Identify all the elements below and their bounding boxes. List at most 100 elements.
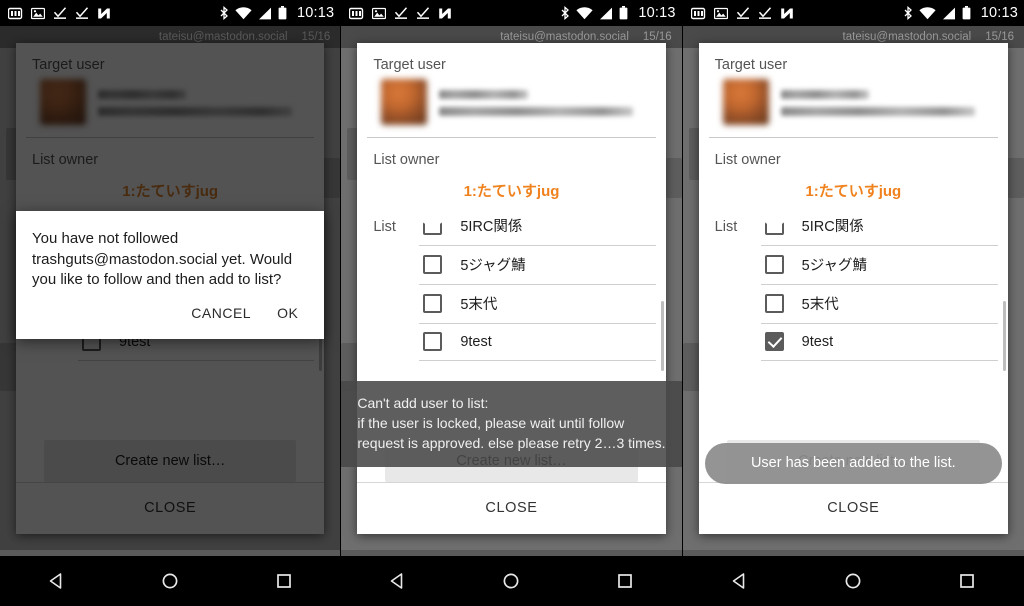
list-owner-value[interactable]: 1:たていすjug xyxy=(357,170,665,213)
bluetooth-icon xyxy=(219,6,229,20)
list-item[interactable]: 5末代 xyxy=(419,285,656,324)
list-item-checkbox[interactable] xyxy=(423,332,443,351)
three-panel-screenshot: 10:13 tateisu@mastodon.social 15/16 Targ… xyxy=(0,0,1024,606)
target-user-label: Target user xyxy=(714,57,788,73)
back-icon[interactable] xyxy=(710,571,770,591)
error-toast: Can't add user to list: if the user is l… xyxy=(341,381,682,468)
list-item[interactable]: 5IRC関係 xyxy=(760,213,998,246)
list-owner-value[interactable]: 1:たていすjug xyxy=(699,170,1008,213)
counter-label: 15/16 xyxy=(642,31,672,43)
list-item-checkbox[interactable] xyxy=(423,222,443,235)
account-label: tateisu@mastodon.social xyxy=(842,31,972,43)
bg-card-right xyxy=(665,158,682,198)
avatar xyxy=(722,79,769,125)
status-bar: 10:13 xyxy=(0,0,341,26)
list-item-label: 5末代 xyxy=(801,297,839,313)
close-button-row[interactable]: CLOSE xyxy=(357,482,666,534)
status-bar-right-icons: 10:13 xyxy=(560,5,675,21)
status-bar: 10:13 xyxy=(682,0,1024,26)
battery-icon xyxy=(962,6,971,20)
list-label: List xyxy=(714,219,738,235)
list-scrollbar[interactable] xyxy=(660,301,664,371)
android-nav-bar xyxy=(341,556,682,606)
check-download-icon-2 xyxy=(75,6,89,20)
status-bar-left-icons xyxy=(690,6,903,20)
list-section: List 5IRC関係 5ジャグ鯖 5末代 xyxy=(699,213,1008,428)
wifi-icon xyxy=(576,6,593,20)
cancel-button[interactable]: CANCEL xyxy=(191,305,251,321)
panel-2: 10:13 tateisu@mastodon.social 15/16 Targ… xyxy=(341,0,683,606)
check-download-icon-2 xyxy=(758,6,772,20)
list-item[interactable]: 5IRC関係 xyxy=(419,213,656,246)
wifi-icon xyxy=(919,6,936,20)
battery-saver-icon xyxy=(8,7,23,20)
list-item[interactable]: 5ジャグ鯖 xyxy=(760,246,998,285)
list-item[interactable]: 9test xyxy=(760,324,998,361)
list-item[interactable]: 5末代 xyxy=(760,285,998,324)
list-item-checkbox[interactable] xyxy=(764,255,784,274)
status-bar: 10:13 xyxy=(341,0,682,26)
list-owner-label: List owner xyxy=(714,152,781,168)
target-user-acct xyxy=(439,107,633,116)
recents-icon[interactable] xyxy=(937,571,997,591)
n-app-icon xyxy=(780,7,794,20)
list-item[interactable]: 5ジャグ鯖 xyxy=(419,246,656,285)
list-item-checkbox[interactable] xyxy=(764,222,784,235)
image-icon xyxy=(713,7,728,20)
target-user-text xyxy=(439,88,649,116)
close-button[interactable]: CLOSE xyxy=(827,500,879,516)
android-nav-bar xyxy=(682,556,1024,606)
bluetooth-icon xyxy=(560,6,570,20)
list-scrollbar[interactable] xyxy=(1002,301,1006,371)
back-icon[interactable] xyxy=(27,571,87,591)
check-download-icon-2 xyxy=(416,6,430,20)
list-item-label: 5IRC関係 xyxy=(460,219,523,235)
status-bar-clock: 10:13 xyxy=(638,5,676,21)
ok-button[interactable]: OK xyxy=(277,305,298,321)
list-owner-label: List owner xyxy=(373,152,440,168)
alert-actions: CANCEL OK xyxy=(32,291,308,331)
check-download-icon xyxy=(53,6,67,20)
status-bar-clock: 10:13 xyxy=(980,5,1018,21)
list-item[interactable]: 9test xyxy=(419,324,656,361)
list-item-checkbox[interactable] xyxy=(423,255,443,274)
bg-card-right xyxy=(1007,158,1024,198)
status-bar-left-icons xyxy=(349,6,560,20)
list-item-checkbox[interactable] xyxy=(423,294,443,313)
list-scroll-container[interactable]: 5IRC関係 5ジャグ鯖 5末代 9test xyxy=(760,213,1008,428)
battery-icon xyxy=(619,6,628,20)
check-download-icon xyxy=(394,6,408,20)
counter-label: 15/16 xyxy=(985,31,1014,43)
close-button-row[interactable]: CLOSE xyxy=(698,482,1008,534)
list-item-label: 9test xyxy=(801,333,834,350)
home-icon[interactable] xyxy=(823,571,883,591)
success-toast: User has been added to the list. xyxy=(704,443,1002,484)
close-button[interactable]: CLOSE xyxy=(485,500,537,516)
list-item-label: 5ジャグ鯖 xyxy=(460,258,526,274)
panel-1: 10:13 tateisu@mastodon.social 15/16 Targ… xyxy=(0,0,342,606)
n-app-icon xyxy=(97,7,111,20)
signal-icon xyxy=(942,7,956,20)
recents-icon[interactable] xyxy=(595,571,655,591)
list-item-label: 5末代 xyxy=(460,297,498,313)
recents-icon[interactable] xyxy=(254,571,314,591)
image-icon xyxy=(372,7,387,20)
back-icon[interactable] xyxy=(368,571,428,591)
battery-icon xyxy=(278,6,287,20)
alert-message: You have not followed trashguts@mastodon… xyxy=(32,230,293,289)
target-user-row[interactable] xyxy=(357,75,665,137)
list-item-checkbox[interactable] xyxy=(764,332,784,351)
target-user-row[interactable] xyxy=(699,75,1008,137)
list-item-checkbox[interactable] xyxy=(764,294,784,313)
battery-saver-icon xyxy=(690,7,706,20)
image-icon xyxy=(31,7,45,20)
android-nav-bar xyxy=(0,556,341,606)
home-icon[interactable] xyxy=(481,571,541,591)
list-item-label: 9test xyxy=(460,333,492,350)
n-app-icon xyxy=(438,7,452,20)
home-icon[interactable] xyxy=(140,571,200,591)
avatar xyxy=(381,79,428,125)
status-bar-right-icons: 10:13 xyxy=(219,5,334,21)
list-item-label: 5ジャグ鯖 xyxy=(801,258,867,274)
target-user-text xyxy=(780,88,992,116)
